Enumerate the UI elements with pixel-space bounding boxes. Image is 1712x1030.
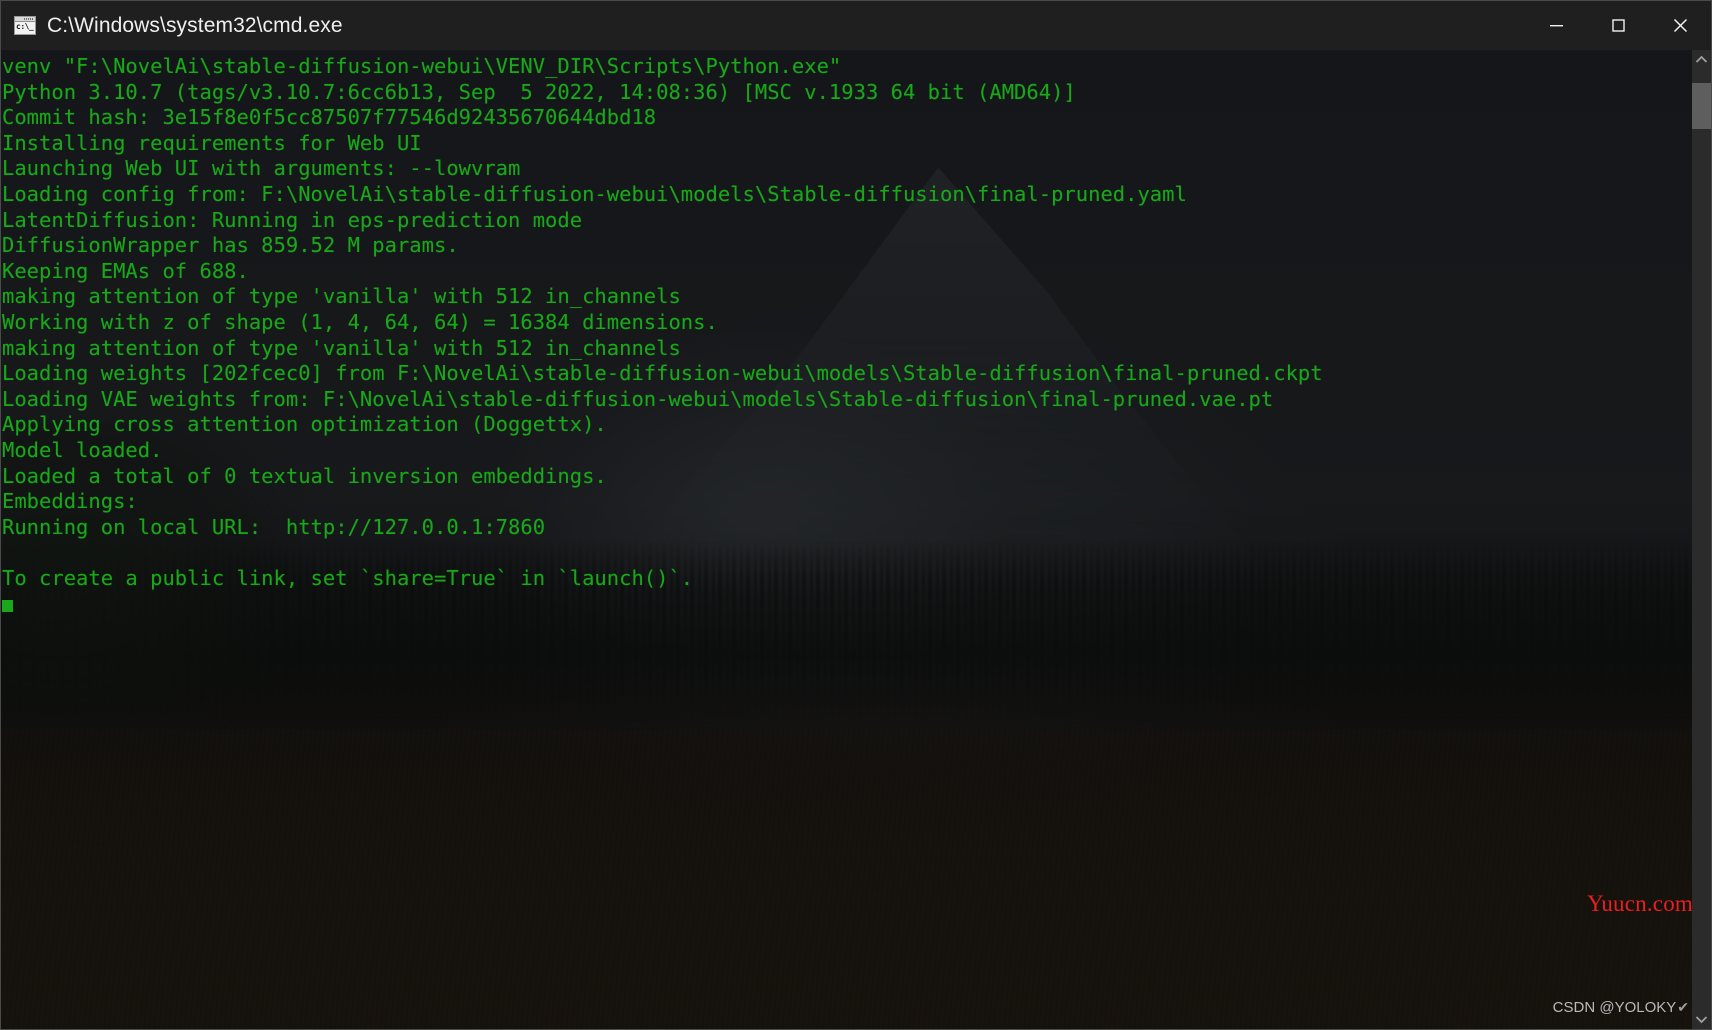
console-scrollbar[interactable]: [1692, 50, 1711, 1029]
scroll-down-arrow-icon: [1695, 1016, 1708, 1024]
console-line: Python 3.10.7 (tags/v3.10.7:6cc6b13, Sep…: [2, 79, 1076, 104]
minimize-icon: [1549, 25, 1563, 27]
scroll-down-button[interactable]: [1692, 1010, 1711, 1029]
console-area[interactable]: venv "F:\NovelAi\stable-diffusion-webui\…: [1, 50, 1711, 1029]
console-line: Running on local URL: http://127.0.0.1:7…: [2, 514, 546, 539]
console-line: Embeddings:: [2, 489, 138, 514]
console-line: DiffusionWrapper has 859.52 M params.: [2, 233, 459, 258]
title-bar-left: c:\_ C:\Windows\system32\cmd.exe: [1, 14, 343, 38]
console-line: Model loaded.: [2, 437, 163, 462]
console-line: Loading weights [202fcec0] from F:\Novel…: [2, 361, 1323, 386]
maximize-button[interactable]: [1587, 1, 1649, 50]
author-watermark: CSDN @YOLOKY ✔: [1553, 999, 1689, 1016]
author-watermark-label: CSDN @YOLOKY: [1552, 999, 1677, 1016]
console-line: Keeping EMAs of 688.: [2, 258, 249, 283]
title-bar[interactable]: c:\_ C:\Windows\system32\cmd.exe: [1, 1, 1711, 50]
console-line: Loaded a total of 0 textual inversion em…: [2, 463, 607, 488]
console-line: Working with z of shape (1, 4, 64, 64) =…: [2, 309, 718, 334]
console-cursor-line: [2, 591, 1711, 617]
console-line: Loading VAE weights from: F:\NovelAi\sta…: [2, 386, 1274, 411]
scroll-up-button[interactable]: [1692, 50, 1711, 69]
console-line: Launching Web UI with arguments: --lowvr…: [2, 156, 521, 181]
console-line: venv "F:\NovelAi\stable-diffusion-webui\…: [2, 54, 842, 78]
cmd-icon-titlebar: [15, 17, 35, 22]
maximize-icon: [1611, 19, 1625, 32]
block-cursor: [2, 600, 13, 613]
minimize-button[interactable]: [1525, 1, 1587, 50]
window-title: C:\Windows\system32\cmd.exe: [47, 13, 343, 37]
window-controls: [1525, 1, 1711, 50]
console-line: To create a public link, set `share=True…: [2, 565, 694, 590]
close-icon: [1673, 18, 1687, 33]
site-watermark: Yuucn.com: [1587, 891, 1693, 916]
console-line: making attention of type 'vanilla' with …: [2, 335, 681, 360]
console-line: Installing requirements for Web UI: [2, 130, 422, 155]
console-line: LatentDiffusion: Running in eps-predicti…: [2, 207, 583, 232]
console-line: Loading config from: F:\NovelAi\stable-d…: [2, 181, 1187, 206]
cmd-icon-prompt: c:\_: [16, 22, 34, 31]
console-output: venv "F:\NovelAi\stable-diffusion-webui\…: [1, 50, 1711, 1029]
cmd-icon: c:\_: [14, 16, 36, 35]
close-button[interactable]: [1649, 1, 1711, 50]
verified-check-icon: ✔: [1677, 999, 1689, 1015]
console-line: Applying cross attention optimization (D…: [2, 412, 607, 437]
cmd-window: c:\_ C:\Windows\system32\cmd.exe venv "F…: [0, 0, 1712, 1030]
scrollbar-thumb[interactable]: [1692, 83, 1711, 129]
scroll-up-arrow-icon: [1695, 55, 1708, 63]
console-line: making attention of type 'vanilla' with …: [2, 284, 681, 309]
console-line: Commit hash: 3e15f8e0f5cc87507f77546d924…: [2, 105, 657, 130]
